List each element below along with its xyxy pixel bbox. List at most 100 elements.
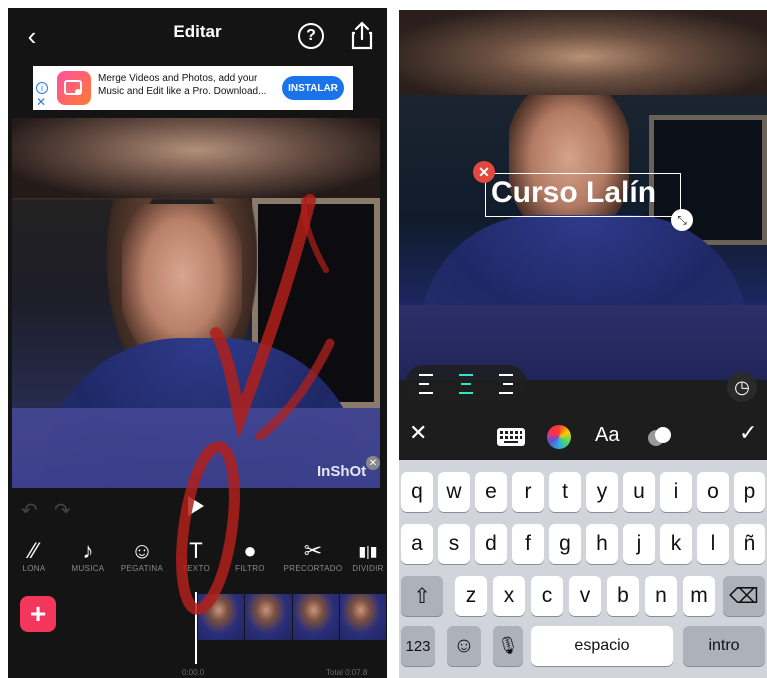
key-x[interactable]: x xyxy=(493,576,525,616)
key-v[interactable]: v xyxy=(569,576,601,616)
key-t[interactable]: t xyxy=(549,472,581,512)
key-p[interactable]: p xyxy=(734,472,765,512)
key-u[interactable]: u xyxy=(623,472,655,512)
editor-screen: ‹ Editar ? i ✕ Merge Videos and Photos, … xyxy=(8,8,387,678)
key-z[interactable]: z xyxy=(455,576,487,616)
timeline-thumbnail xyxy=(292,594,339,640)
tool-label: DIVIDIR xyxy=(352,564,384,573)
key-y[interactable]: y xyxy=(586,472,618,512)
lona-icon: ⁄⁄ xyxy=(30,538,38,563)
ad-banner[interactable]: i ✕ Merge Videos and Photos, add your Mu… xyxy=(33,66,353,110)
current-time: 0:00.0 xyxy=(182,668,205,677)
share-icon[interactable] xyxy=(350,20,374,50)
overlay-text[interactable]: Curso Lalín xyxy=(491,176,656,210)
key-r[interactable]: r xyxy=(512,472,544,512)
total-time: Total 0:07.8 xyxy=(326,668,368,677)
key-m[interactable]: m xyxy=(683,576,715,616)
key-e[interactable]: e xyxy=(475,472,507,512)
key-l[interactable]: l xyxy=(697,524,729,564)
align-right-icon[interactable] xyxy=(491,374,513,394)
key-f[interactable]: f xyxy=(512,524,544,564)
tool-lona[interactable]: ⁄⁄ LONA xyxy=(8,538,64,573)
key-ntilde[interactable]: ñ xyxy=(734,524,765,564)
key-i[interactable]: i xyxy=(660,472,692,512)
text-editor-screen: Curso Lalín ✕ ⤡ ◷ ✕ Aa ✓ q w e r t y u i… xyxy=(399,10,767,678)
undo-icon[interactable]: ↶ xyxy=(21,498,38,523)
key-n[interactable]: n xyxy=(645,576,677,616)
confirm-check-icon[interactable]: ✓ xyxy=(739,420,757,446)
tool-label: PRECORTADO xyxy=(283,564,343,573)
back-icon[interactable]: ‹ xyxy=(18,22,46,50)
tool-text[interactable]: T TEXTO xyxy=(166,538,226,573)
tool-music[interactable]: ♪ MUSICA xyxy=(58,538,118,573)
timeline-thumbnail xyxy=(198,594,245,640)
timeline-thumbnail xyxy=(339,594,386,640)
blurred-background-top xyxy=(12,118,380,198)
tool-split[interactable]: ▮|▮ DIVIDIR xyxy=(338,538,387,573)
return-key[interactable]: intro xyxy=(683,626,765,666)
filter-icon: ● xyxy=(243,538,257,563)
tool-label: TEXTO xyxy=(181,564,211,573)
watermark[interactable]: InShOt xyxy=(317,463,366,480)
scissors-icon: ✂ xyxy=(303,538,323,563)
key-q[interactable]: q xyxy=(401,472,433,512)
key-w[interactable]: w xyxy=(438,472,470,512)
color-wheel-icon[interactable] xyxy=(547,425,571,449)
timeline-track[interactable] xyxy=(198,594,387,640)
key-j[interactable]: j xyxy=(623,524,655,564)
ad-app-logo xyxy=(57,71,91,105)
tool-label: LONA xyxy=(22,564,46,573)
key-h[interactable]: h xyxy=(586,524,618,564)
ad-text: Merge Videos and Photos, add your Music … xyxy=(98,73,267,97)
tool-label: MUSICA xyxy=(71,564,105,573)
on-screen-keyboard: q w e r t y u i o p a s d f g h j k l ñ … xyxy=(399,460,767,678)
clock-icon[interactable]: ◷ xyxy=(727,372,757,402)
top-bar xyxy=(8,8,387,62)
sticker-icon: ☺ xyxy=(130,538,154,563)
ad-info-icon[interactable]: i xyxy=(36,82,48,94)
ad-install-button[interactable]: INSTALAR xyxy=(282,76,344,100)
playhead[interactable] xyxy=(195,592,197,664)
font-icon[interactable]: Aa xyxy=(595,424,619,447)
key-b[interactable]: b xyxy=(607,576,639,616)
key-o[interactable]: o xyxy=(697,472,729,512)
resize-handle-icon[interactable]: ⤡ xyxy=(671,209,693,231)
tool-precut[interactable]: ✂ PRECORTADO xyxy=(283,538,343,573)
keyboard-icon[interactable] xyxy=(497,428,525,446)
tool-label: FILTRO xyxy=(235,564,265,573)
key-d[interactable]: d xyxy=(475,524,507,564)
space-key[interactable]: espacio xyxy=(531,626,673,666)
shift-key[interactable]: ⇧ xyxy=(401,576,443,616)
video-preview[interactable]: InShOt ✕ xyxy=(12,118,380,488)
redo-icon[interactable]: ↷ xyxy=(54,498,71,523)
emoji-key[interactable]: ☺ xyxy=(447,626,481,666)
key-s[interactable]: s xyxy=(438,524,470,564)
add-clip-button[interactable]: + xyxy=(20,596,56,632)
tool-sticker[interactable]: ☺ PEGATINA xyxy=(112,538,172,573)
split-icon: ▮|▮ xyxy=(358,543,378,559)
align-center-icon[interactable] xyxy=(455,374,477,394)
play-icon[interactable] xyxy=(188,496,204,516)
delete-text-icon[interactable]: ✕ xyxy=(473,161,495,183)
ad-close-icon[interactable]: ✕ xyxy=(36,96,48,108)
tool-label: PEGATINA xyxy=(120,564,164,573)
text-toolbar xyxy=(399,416,767,460)
text-align-bar xyxy=(405,365,527,403)
music-icon: ♪ xyxy=(82,538,94,563)
numbers-key[interactable]: 123 xyxy=(401,626,435,666)
help-icon[interactable]: ? xyxy=(298,23,324,49)
key-a[interactable]: a xyxy=(401,524,433,564)
backspace-key[interactable]: ⌫ xyxy=(723,576,765,616)
mic-key[interactable]: 🎙 xyxy=(493,626,523,666)
blurred-background-top xyxy=(399,10,767,95)
key-c[interactable]: c xyxy=(531,576,563,616)
text-icon: T xyxy=(189,538,203,563)
text-style-icon[interactable] xyxy=(646,426,674,448)
timeline-thumbnail xyxy=(245,594,292,640)
align-left-icon[interactable] xyxy=(419,374,441,394)
tool-filter[interactable]: ● FILTRO xyxy=(220,538,280,573)
key-g[interactable]: g xyxy=(549,524,581,564)
watermark-close-icon[interactable]: ✕ xyxy=(366,456,380,470)
close-icon[interactable]: ✕ xyxy=(409,420,427,446)
key-k[interactable]: k xyxy=(660,524,692,564)
